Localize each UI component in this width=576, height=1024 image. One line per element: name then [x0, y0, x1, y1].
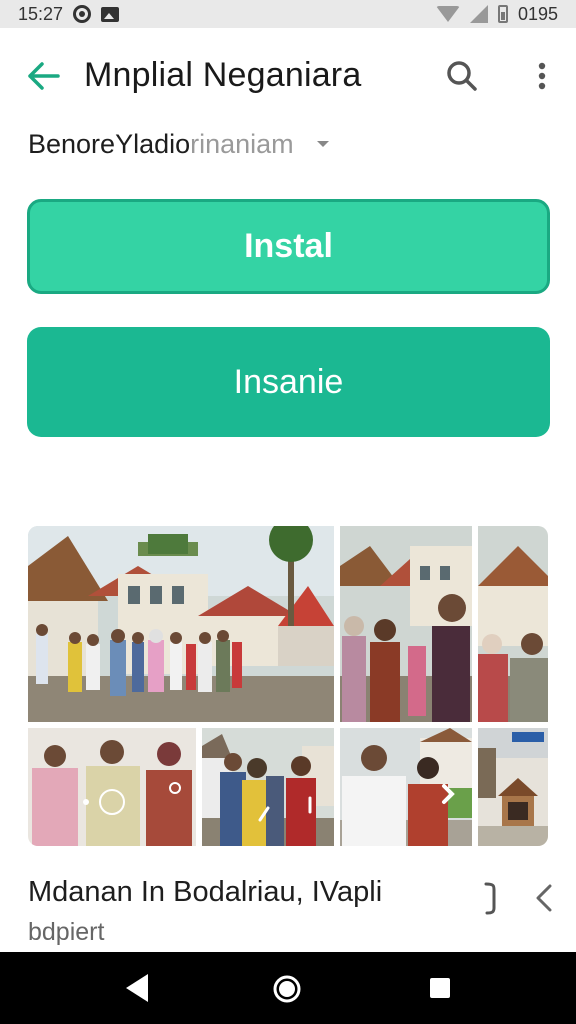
dropdown-text-primary: BenoreYladio [28, 128, 191, 159]
back-button[interactable] [24, 56, 64, 96]
arrow-back-icon [28, 62, 60, 90]
secondary-action-button[interactable]: Insanie [27, 327, 550, 437]
group-yellow-shirt-photo[interactable] [202, 728, 334, 846]
status-left: 15:27 [18, 3, 120, 25]
search-button[interactable] [442, 56, 482, 96]
nav-home-button[interactable] [272, 974, 302, 1004]
account-dropdown[interactable]: BenoreYladio rinaniam [28, 126, 330, 162]
system-nav-bar [0, 952, 576, 1024]
nav-back-icon [126, 974, 148, 1002]
dropdown-text-secondary: rinaniam [190, 128, 294, 159]
status-right: 0195 [435, 3, 558, 25]
more-options-button[interactable] [526, 56, 558, 96]
share-button[interactable] [476, 880, 508, 916]
status-bar: 15:27 0195 [0, 0, 576, 28]
village-street-group-photo[interactable] [28, 526, 334, 722]
house-sign-photo[interactable] [478, 728, 548, 846]
three-people-photo[interactable] [28, 728, 196, 846]
photo-caption-subtitle: bdpiert [28, 918, 105, 946]
photo-gallery [28, 526, 548, 846]
villagers-portrait-photo[interactable] [340, 526, 472, 722]
settings-circle-icon [73, 5, 92, 23]
nav-home-icon [273, 975, 301, 1003]
nav-back-button[interactable] [122, 972, 152, 1004]
woman-and-man-photo[interactable] [478, 526, 548, 722]
share-icon [484, 882, 496, 915]
install-button[interactable]: Instal [27, 199, 550, 294]
app-toolbar: Mnplial Neganiara [0, 40, 576, 112]
man-white-shirt-photo[interactable] [340, 728, 472, 846]
status-battery-text: 0195 [517, 3, 558, 24]
wifi-icon [435, 6, 460, 22]
image-notification-icon [101, 6, 120, 22]
search-icon [447, 61, 477, 91]
nav-recents-button[interactable] [428, 976, 452, 1000]
chevron-left-icon [536, 884, 552, 912]
nav-recents-icon [430, 978, 450, 998]
caret-down-icon [316, 141, 329, 147]
more-vert-icon [538, 62, 546, 90]
cell-signal-icon [469, 5, 488, 23]
photo-caption-title: Mdanan In Bodalriau, IVapli [28, 876, 383, 908]
status-time: 15:27 [18, 3, 64, 24]
battery-icon [497, 5, 508, 23]
previous-button[interactable] [528, 880, 558, 916]
page-title: Mnplial Neganiara [84, 56, 362, 94]
